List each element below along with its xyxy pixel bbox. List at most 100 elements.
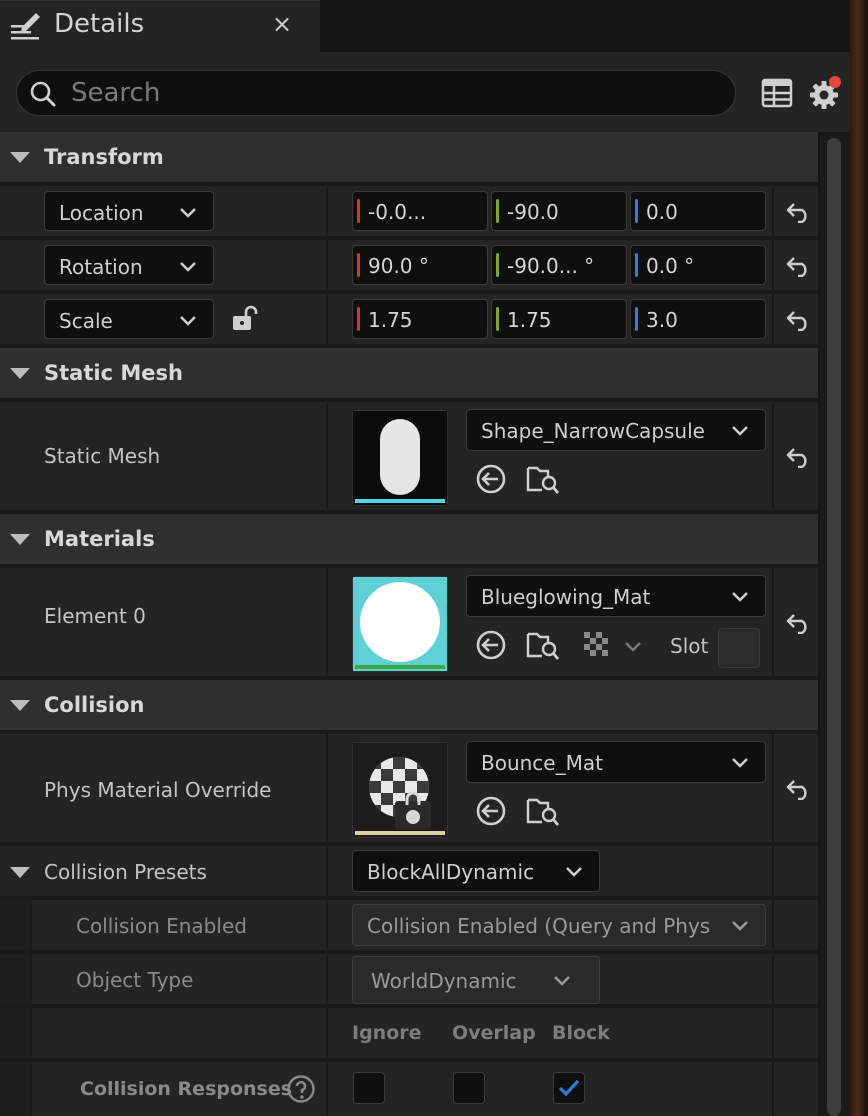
scale-row: Scale 1.75 1.75 3.0 [0,294,818,346]
help-icon[interactable] [286,1074,316,1104]
reset-arrow-icon[interactable] [786,612,812,634]
checkmark-icon [558,1079,580,1097]
section-title: Materials [44,527,155,551]
settings-gear-icon[interactable] [806,74,844,112]
location-mode-dropdown[interactable]: Location [44,191,214,231]
chevron-down-icon [566,867,582,877]
rotation-y-value: -90.0... ° [507,254,595,278]
rotation-mode-dropdown[interactable]: Rotation [44,245,214,285]
collision-presets-row: Collision Presets BlockAllDynamic [0,846,818,898]
block-checkbox[interactable] [553,1072,585,1104]
use-selected-icon[interactable] [474,462,508,496]
chevron-down-icon[interactable] [624,638,642,656]
collapse-triangle-icon [10,368,30,379]
tab-details[interactable]: Details × [0,0,320,52]
static-mesh-asset-dropdown[interactable]: Shape_NarrowCapsule [466,409,766,451]
scale-label: Scale [59,309,113,333]
collapse-triangle-icon [10,700,30,711]
close-icon[interactable]: × [272,10,292,38]
scroll-thumb[interactable] [827,138,841,1116]
scrollbar[interactable] [820,132,850,1116]
rotation-y-field[interactable]: -90.0... ° [491,245,627,285]
details-panel: Transform Location -0.0... -90.0 0.0 Rot… [0,132,818,1116]
collapse-triangle-icon [10,534,30,545]
section-collision[interactable]: Collision [0,680,818,732]
location-label: Location [59,201,144,225]
unlock-icon[interactable] [230,304,260,334]
collision-presets-value: BlockAllDynamic [367,860,535,884]
rotation-x-field[interactable]: 90.0 ° [352,245,488,285]
scale-y-value: 1.75 [507,308,552,332]
slot-field[interactable] [718,628,760,668]
browse-folder-icon[interactable] [526,794,560,828]
use-selected-icon[interactable] [474,628,508,662]
browse-folder-icon[interactable] [526,462,560,496]
ignore-column-header: Ignore [352,1022,422,1044]
rotation-row: Rotation 90.0 ° -90.0... ° 0.0 ° [0,240,818,292]
scale-z-field[interactable]: 3.0 [630,299,766,339]
use-selected-icon[interactable] [474,794,508,828]
rotation-z-field[interactable]: 0.0 ° [630,245,766,285]
details-pencil-icon [11,13,40,40]
scale-x-field[interactable]: 1.75 [352,299,488,339]
material-asset-dropdown[interactable]: Blueglowing_Mat [466,575,766,617]
reset-arrow-icon[interactable] [786,309,812,331]
location-z-value: 0.0 [646,200,678,224]
collision-presets-dropdown[interactable]: BlockAllDynamic [352,850,600,892]
scale-mode-dropdown[interactable]: Scale [44,299,214,339]
element-label: Element 0 [44,604,146,628]
material-asset: Blueglowing_Mat [481,585,651,609]
location-z-field[interactable]: 0.0 [630,191,766,231]
object-type-row: Object Type WorldDynamic [0,954,818,1006]
location-y-value: -90.0 [507,200,559,224]
search-box[interactable] [16,70,736,116]
location-row: Location -0.0... -90.0 0.0 [0,186,818,238]
scale-y-field[interactable]: 1.75 [491,299,627,339]
chevron-down-icon [732,426,748,436]
phys-material-label: Phys Material Override [44,778,272,802]
collapse-triangle-icon [10,152,30,163]
reset-arrow-icon[interactable] [786,446,812,468]
chevron-down-icon [180,262,196,272]
reset-arrow-icon[interactable] [786,778,812,800]
reset-arrow-icon[interactable] [786,201,812,223]
collision-response-headers-row: Ignore Overlap Block [0,1008,818,1060]
checker-material-icon[interactable] [582,630,612,660]
search-input[interactable] [71,77,711,109]
browse-folder-icon[interactable] [526,628,560,662]
chevron-down-icon [554,976,570,986]
mesh-thumbnail[interactable] [353,411,447,505]
rotation-z-value: 0.0 ° [646,254,695,278]
table-view-icon[interactable] [760,76,794,110]
phys-material-dropdown[interactable]: Bounce_Mat [466,741,766,783]
static-mesh-row: Static Mesh Shape_NarrowCapsule [0,402,818,512]
tab-title: Details [54,9,145,39]
collision-enabled-value: Collision Enabled (Query and Physics [367,914,711,938]
collision-enabled-row: Collision Enabled Collision Enabled (Que… [0,900,818,952]
location-y-field[interactable]: -90.0 [491,191,627,231]
collapse-triangle-icon[interactable] [10,867,30,878]
location-x-field[interactable]: -0.0... [352,191,488,231]
section-materials[interactable]: Materials [0,514,818,566]
overlap-column-header: Overlap [452,1022,536,1044]
chevron-down-icon [732,592,748,602]
overlap-checkbox[interactable] [453,1072,485,1104]
object-type-value: WorldDynamic [371,969,517,993]
block-column-header: Block [552,1022,610,1044]
section-static-mesh[interactable]: Static Mesh [0,348,818,400]
collision-enabled-dropdown[interactable]: Collision Enabled (Query and Physics [352,904,766,946]
search-icon [30,81,56,107]
ignore-checkbox[interactable] [353,1072,385,1104]
static-mesh-label: Static Mesh [44,444,161,468]
section-transform[interactable]: Transform [0,132,818,184]
rotation-x-value: 90.0 ° [368,254,429,278]
phys-material-thumbnail[interactable] [353,743,447,837]
material-thumbnail[interactable] [353,577,447,671]
reset-arrow-icon[interactable] [786,255,812,277]
collision-responses-label: Collision Responses [80,1078,293,1100]
object-type-dropdown[interactable]: WorldDynamic [352,956,600,1004]
chevron-down-icon [732,921,748,931]
collision-enabled-label: Collision Enabled [76,914,247,938]
phys-material-row: Phys Material Override Bounce_Mat [0,734,818,844]
rotation-label: Rotation [59,255,143,279]
